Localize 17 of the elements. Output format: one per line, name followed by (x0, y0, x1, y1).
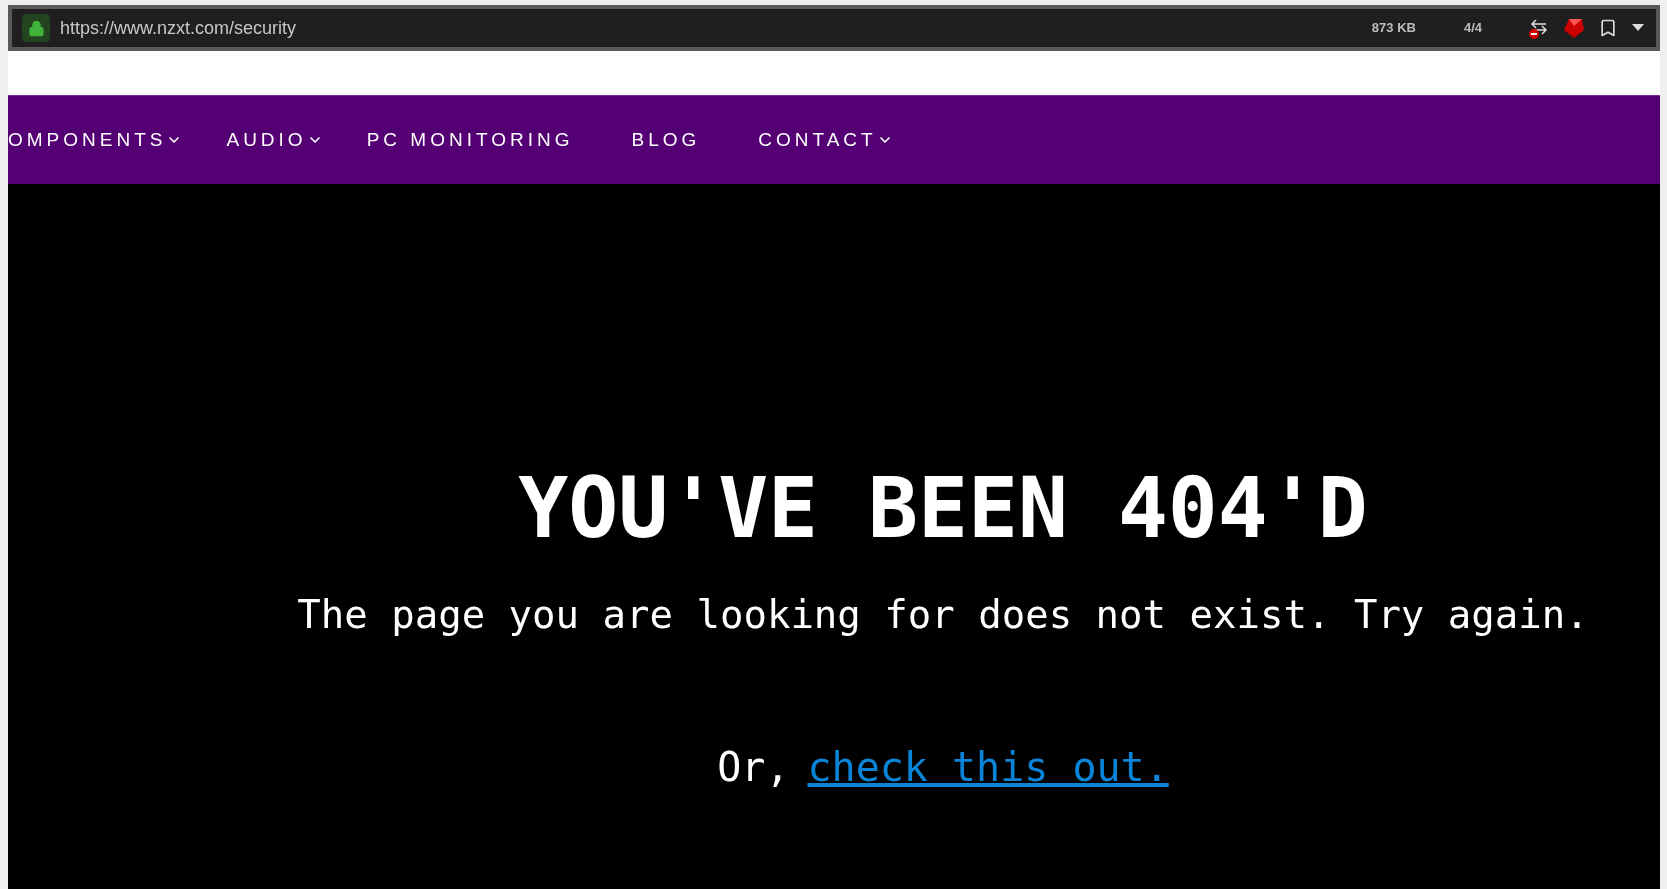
counter-text: 4/4 (1463, 19, 1482, 38)
check-link[interactable]: check this out. (807, 736, 1169, 797)
error-title: YOU'VE BEEN 404'D (518, 467, 1368, 550)
gem-icon[interactable] (1562, 16, 1586, 40)
or-text: Or, (717, 742, 790, 792)
bookmark-icon[interactable] (1598, 18, 1618, 38)
nav-link[interactable]: PC MONITORING (366, 125, 574, 155)
page-size: 873 KB (1371, 19, 1416, 38)
nav-link[interactable]: OMPONENTS (8, 125, 183, 155)
nav-link[interactable]: CONTACT (758, 125, 893, 155)
dropdown-icon[interactable] (1632, 24, 1644, 32)
swap-arrows-icon[interactable] (1528, 16, 1550, 40)
lock-icon (22, 14, 50, 42)
url-text[interactable]: https://www.nzxt.com/security (60, 14, 297, 42)
nav-link[interactable]: BLOG (631, 125, 701, 155)
error-message: The page you are looking for does not exist. Try again. (297, 591, 1589, 639)
nav-link[interactable]: AUDIO (226, 125, 323, 155)
